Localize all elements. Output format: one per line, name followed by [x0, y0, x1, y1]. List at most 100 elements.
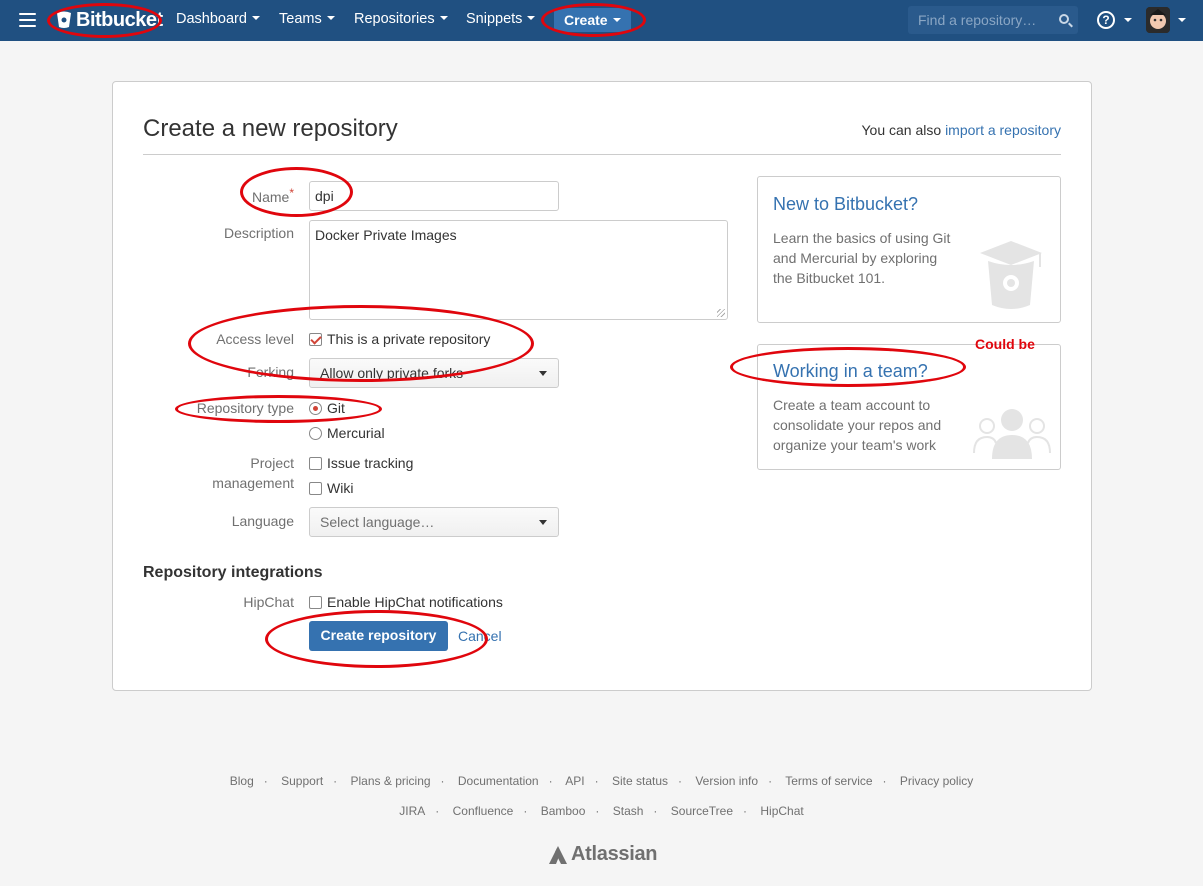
search-input[interactable]: Find a repository… — [908, 6, 1078, 34]
working-in-team-title[interactable]: Working in a team? — [773, 361, 928, 382]
new-to-bitbucket-card: New to Bitbucket? Learn the basics of us… — [757, 176, 1061, 323]
footer-separator: · — [548, 774, 553, 788]
create-button[interactable]: Create — [554, 8, 631, 32]
access-level-label: Access level — [216, 331, 294, 347]
atlassian-mark-icon — [549, 845, 567, 864]
chevron-down-icon — [612, 18, 621, 22]
footer-link-terms[interactable]: Terms of service — [785, 774, 872, 788]
name-field[interactable]: dpi — [309, 181, 559, 211]
integrations-heading: Repository integrations — [143, 564, 323, 581]
help-icon[interactable]: ? — [1097, 11, 1115, 29]
git-label: Git — [327, 400, 345, 416]
footer-separator: · — [594, 774, 599, 788]
import-hint: You can also import a repository — [862, 122, 1062, 138]
description-value: Docker Private Images — [315, 227, 457, 243]
hipchat-notifications-option[interactable]: Enable HipChat notifications — [309, 594, 503, 610]
avatar-chevron-down-icon[interactable] — [1178, 18, 1186, 22]
forking-selected-value: Allow only private forks — [320, 365, 464, 381]
hipchat-label: HipChat — [243, 594, 294, 610]
working-in-team-body: Create a team account to consolidate you… — [773, 397, 942, 453]
footer-links-products: JIRA · Confluence · Bamboo · Stash · SourceT… — [0, 804, 1203, 818]
chevron-down-icon — [539, 520, 547, 525]
description-field[interactable]: Docker Private Images — [309, 220, 728, 320]
footer-link-api[interactable]: API — [565, 774, 584, 788]
title-divider — [143, 154, 1061, 155]
forking-select[interactable]: Allow only private forks — [309, 358, 559, 388]
cancel-link[interactable]: Cancel — [458, 628, 502, 644]
nav-repositories-label: Repositories — [354, 11, 435, 27]
issue-tracking-checkbox[interactable] — [309, 457, 322, 470]
private-repository-checkbox[interactable] — [309, 333, 322, 346]
private-repository-option[interactable]: This is a private repository — [309, 331, 490, 347]
nav-teams[interactable]: Teams — [279, 11, 335, 27]
create-repository-button[interactable]: Create repository — [309, 621, 448, 651]
footer-link-support[interactable]: Support — [281, 774, 323, 788]
required-marker: * — [289, 186, 294, 200]
nav-snippets-label: Snippets — [466, 11, 523, 27]
footer-link-bamboo[interactable]: Bamboo — [541, 804, 586, 818]
resize-handle-icon[interactable] — [717, 309, 725, 317]
footer-link-version-info[interactable]: Version info — [695, 774, 758, 788]
menu-icon[interactable] — [19, 13, 36, 27]
chevron-down-icon — [439, 16, 448, 20]
bitbucket-logo[interactable]: Bitbucket — [56, 8, 163, 32]
git-radio[interactable] — [309, 402, 322, 415]
graduation-bucket-icon — [980, 241, 1042, 309]
footer-link-pricing[interactable]: Plans & pricing — [351, 774, 431, 788]
footer-separator: · — [678, 774, 682, 788]
footer-link-hipchat[interactable]: HipChat — [760, 804, 803, 818]
footer-link-confluence[interactable]: Confluence — [453, 804, 514, 818]
footer-link-blog[interactable]: Blog — [230, 774, 254, 788]
help-chevron-down-icon[interactable] — [1124, 18, 1132, 22]
nav-snippets[interactable]: Snippets — [466, 11, 536, 27]
language-select[interactable]: Select language… — [309, 507, 559, 537]
logo-text: Bitbucket — [76, 8, 163, 31]
nav-teams-label: Teams — [279, 11, 322, 27]
footer-link-sourcetree[interactable]: SourceTree — [671, 804, 733, 818]
footer-link-stash[interactable]: Stash — [613, 804, 644, 818]
language-label: Language — [231, 513, 294, 529]
new-to-bitbucket-title[interactable]: New to Bitbucket? — [773, 194, 918, 215]
footer-separator: · — [333, 774, 338, 788]
import-repository-link[interactable]: import a repository — [945, 122, 1061, 138]
issue-tracking-label: Issue tracking — [327, 455, 414, 471]
nav-dashboard[interactable]: Dashboard — [176, 11, 260, 27]
footer-separator: · — [523, 804, 528, 818]
avatar[interactable] — [1146, 7, 1170, 33]
wiki-checkbox[interactable] — [309, 482, 322, 495]
bucket-icon — [57, 11, 71, 28]
chevron-down-icon — [539, 371, 547, 376]
search-icon[interactable] — [1059, 14, 1069, 24]
project-management-label-line2: management — [212, 475, 294, 491]
footer-separator: · — [768, 774, 773, 788]
footer-link-site-status[interactable]: Site status — [612, 774, 668, 788]
footer-link-privacy[interactable]: Privacy policy — [900, 774, 973, 788]
hipchat-notifications-checkbox[interactable] — [309, 596, 322, 609]
repo-type-git-option[interactable]: Git — [309, 400, 345, 416]
import-hint-text: You can also — [861, 122, 942, 138]
repo-type-mercurial-option[interactable]: Mercurial — [309, 425, 385, 441]
mercurial-radio[interactable] — [309, 427, 322, 440]
annotation-note: Could be — [975, 336, 1035, 352]
private-repository-label: This is a private repository — [327, 331, 491, 347]
footer-separator: · — [882, 774, 887, 788]
search-placeholder: Find a repository… — [918, 12, 1037, 28]
footer-separator: · — [595, 804, 600, 818]
chevron-down-icon — [326, 16, 335, 20]
wiki-label: Wiki — [327, 480, 354, 496]
chevron-down-icon — [251, 16, 260, 20]
footer-link-jira[interactable]: JIRA — [399, 804, 425, 818]
user-avatar-icon — [1146, 7, 1170, 33]
working-in-team-card: Working in a team? Create a team account… — [757, 344, 1061, 470]
footer-link-documentation[interactable]: Documentation — [458, 774, 539, 788]
issue-tracking-option[interactable]: Issue tracking — [309, 455, 413, 471]
footer-separator: · — [653, 804, 658, 818]
nav-dashboard-label: Dashboard — [176, 11, 247, 27]
project-management-label-line1: Project — [250, 455, 294, 471]
footer-separator: · — [435, 804, 440, 818]
repository-type-label: Repository type — [196, 400, 294, 416]
wiki-option[interactable]: Wiki — [309, 480, 353, 496]
nav-repositories[interactable]: Repositories — [354, 11, 448, 27]
name-label-text: Name — [251, 189, 290, 205]
atlassian-logo[interactable]: Atlassian — [547, 843, 658, 866]
